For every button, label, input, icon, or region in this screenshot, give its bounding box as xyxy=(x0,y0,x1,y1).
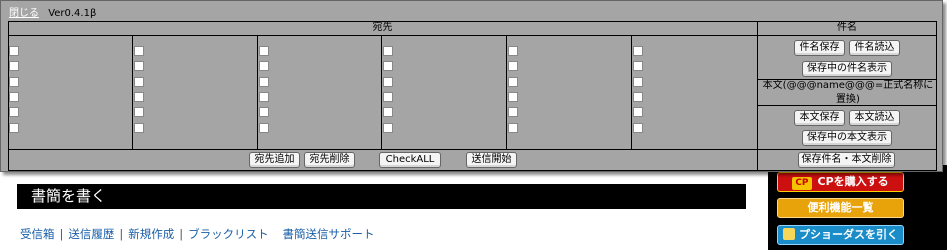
check-all-button[interactable]: CheckALL xyxy=(379,152,441,168)
recipient-col-divider xyxy=(257,35,258,149)
recipient-checkbox[interactable] xyxy=(633,107,643,117)
recipient-checkbox[interactable] xyxy=(383,92,393,102)
recipient-checkbox[interactable] xyxy=(259,77,269,87)
mail-helper-panel: 閉じる Ver0.4.1β 宛先 件名 件名保存 件名読込 保存中の件名表示 本… xyxy=(0,0,943,172)
recipient-checkbox[interactable] xyxy=(9,61,19,71)
nav-separator: | xyxy=(59,227,64,241)
recipient-checkbox[interactable] xyxy=(9,107,19,117)
recipient-checkbox[interactable] xyxy=(383,77,393,87)
recipient-checkbox[interactable] xyxy=(9,92,19,102)
gacha-label: プショーダスを引く xyxy=(799,228,898,241)
recipient-checkbox[interactable] xyxy=(508,123,518,133)
gacha-button[interactable]: プショーダスを引く xyxy=(777,225,904,245)
nav-blacklist[interactable]: ブラックリスト xyxy=(188,227,269,241)
recipient-checkbox[interactable] xyxy=(134,46,144,56)
recipient-checkbox[interactable] xyxy=(633,46,643,56)
subject-header: 件名 xyxy=(837,22,857,33)
recipient-col-divider xyxy=(381,35,382,149)
cp-badge: CP xyxy=(792,177,812,190)
recipient-checkbox[interactable] xyxy=(508,107,518,117)
recipient-checkbox[interactable] xyxy=(383,123,393,133)
nav-compose[interactable]: 新規作成 xyxy=(128,227,174,241)
page-title: 書簡を書く xyxy=(17,184,746,209)
recipient-checkbox[interactable] xyxy=(259,123,269,133)
recipient-checkbox[interactable] xyxy=(9,123,19,133)
nav-sent-history[interactable]: 送信履歴 xyxy=(68,227,114,241)
close-link[interactable]: 閉じる xyxy=(9,8,39,19)
recipient-checkbox[interactable] xyxy=(259,61,269,71)
recipient-checkbox[interactable] xyxy=(9,77,19,87)
recipient-checkbox[interactable] xyxy=(633,92,643,102)
recipient-checkbox[interactable] xyxy=(9,46,19,56)
delete-recipient-button[interactable]: 宛先削除 xyxy=(304,152,355,168)
recipient-checkbox[interactable] xyxy=(508,77,518,87)
load-subject-button[interactable]: 件名読込 xyxy=(849,40,900,56)
recipient-checkbox[interactable] xyxy=(383,107,393,117)
save-subject-button[interactable]: 件名保存 xyxy=(794,40,845,56)
show-saved-subject-button[interactable]: 保存中の件名表示 xyxy=(802,61,892,77)
recipient-checkbox[interactable] xyxy=(508,61,518,71)
save-body-button[interactable]: 本文保存 xyxy=(794,110,845,126)
recipient-checkbox[interactable] xyxy=(259,92,269,102)
sub-navigation: 受信箱|送信履歴|新規作成|ブラックリスト|書簡送信サポート xyxy=(20,226,375,242)
recipient-checkbox[interactable] xyxy=(134,107,144,117)
nav-inbox[interactable]: 受信箱 xyxy=(20,227,55,241)
ticket-icon xyxy=(783,228,795,240)
recipient-col-divider xyxy=(631,35,632,149)
recipients-header: 宛先 xyxy=(372,22,393,33)
body-placeholder-note: 本文(@@@name@@@=正式名称に置換) xyxy=(762,80,934,105)
buy-cp-label: CPを購入する xyxy=(817,175,889,188)
header-divider xyxy=(8,35,937,36)
delete-saved-button[interactable]: 保存件名・本文削除 xyxy=(798,152,895,168)
add-recipient-button[interactable]: 宛先追加 xyxy=(249,152,300,168)
recipient-checkbox[interactable] xyxy=(633,123,643,133)
recipient-checkbox[interactable] xyxy=(134,77,144,87)
footer-divider xyxy=(8,149,937,150)
start-send-button[interactable]: 送信開始 xyxy=(466,152,517,168)
recipient-col-divider xyxy=(132,35,133,149)
nav-send-support[interactable]: 書簡送信サポート xyxy=(283,227,375,241)
recipient-checkbox[interactable] xyxy=(383,61,393,71)
recipient-checkbox[interactable] xyxy=(259,46,269,56)
nav-separator: | xyxy=(179,227,184,241)
recipient-checkbox[interactable] xyxy=(633,61,643,71)
recipient-checkbox[interactable] xyxy=(134,123,144,133)
show-saved-body-button[interactable]: 保存中の本文表示 xyxy=(802,130,892,146)
recipient-col-divider xyxy=(506,35,507,149)
recipient-checkbox[interactable] xyxy=(383,46,393,56)
recipient-checkbox[interactable] xyxy=(134,92,144,102)
buy-cp-button[interactable]: CP CPを購入する xyxy=(777,172,904,192)
recipient-checkbox[interactable] xyxy=(259,107,269,117)
recipient-checkbox[interactable] xyxy=(134,61,144,71)
version-label: Ver0.4.1β xyxy=(48,8,97,19)
features-list-button[interactable]: 便利機能一覧 xyxy=(777,198,904,218)
nav-separator: | xyxy=(119,227,124,241)
load-body-button[interactable]: 本文読込 xyxy=(849,110,900,126)
panel-topbar: 閉じる Ver0.4.1β xyxy=(9,7,96,20)
recipient-checkbox[interactable] xyxy=(633,77,643,87)
recipient-checkbox[interactable] xyxy=(508,92,518,102)
recipient-checkbox[interactable] xyxy=(508,46,518,56)
